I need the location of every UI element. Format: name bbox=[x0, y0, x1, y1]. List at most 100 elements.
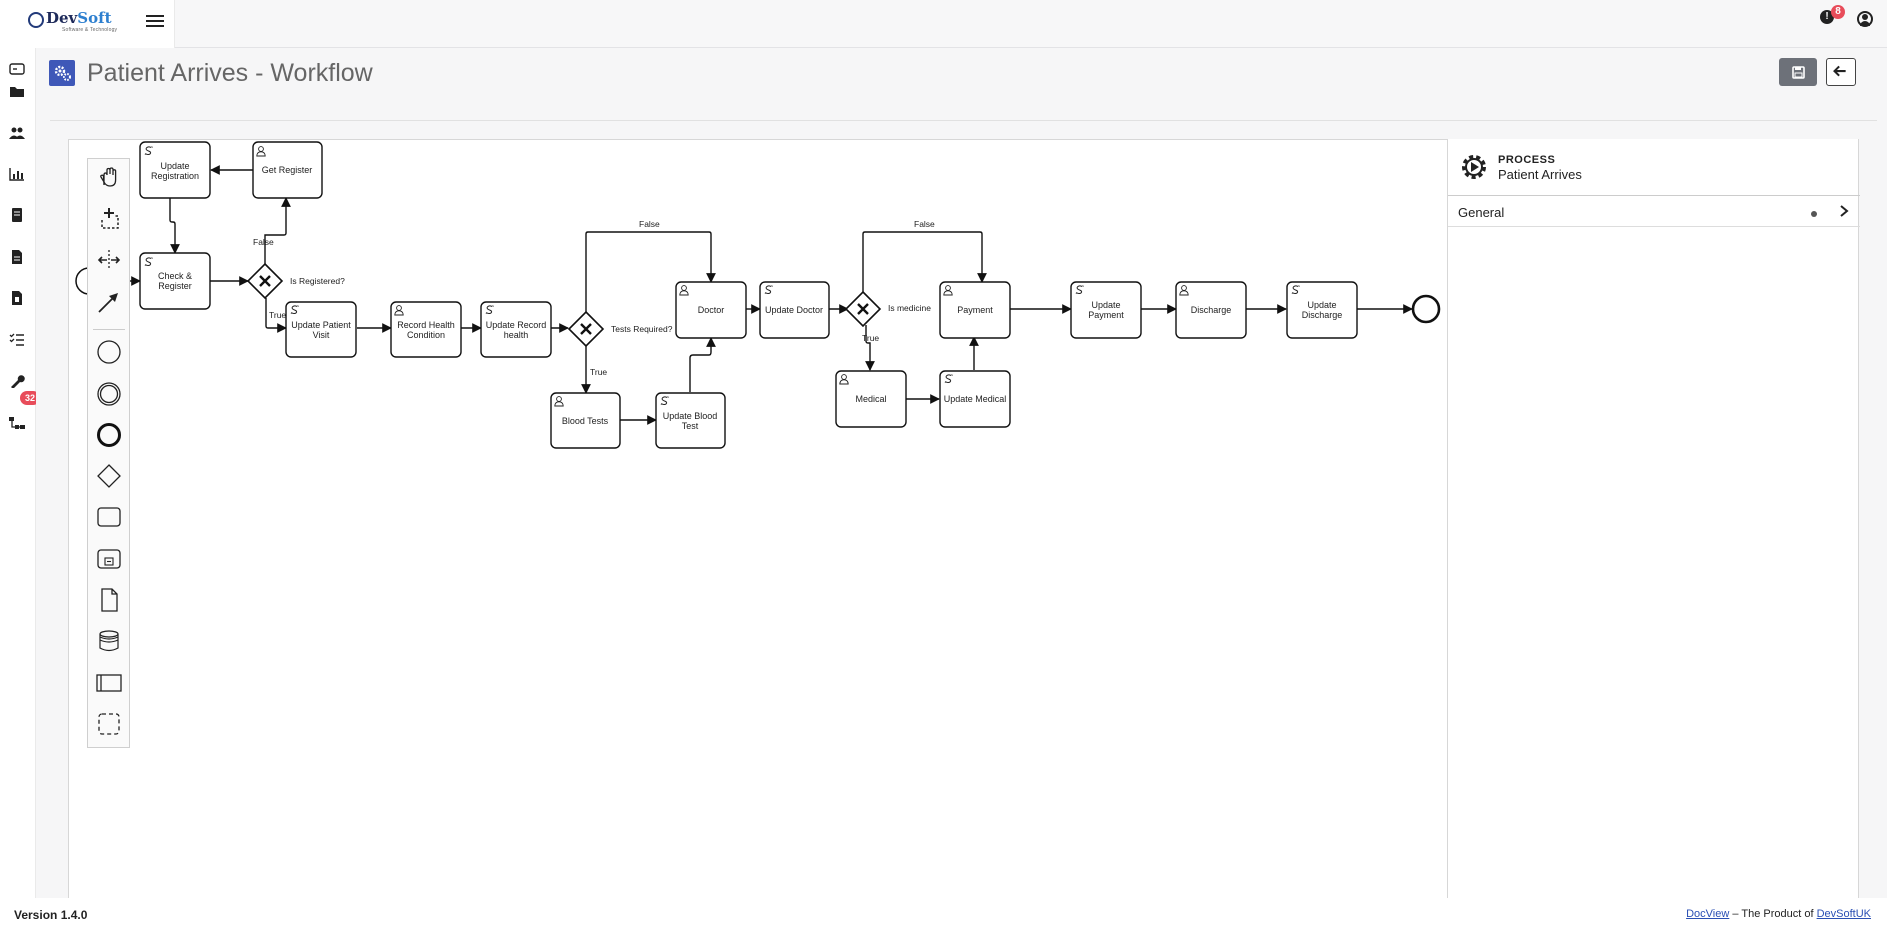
properties-panel: PROCESS Patient Arrives General bbox=[1447, 139, 1860, 899]
properties-group-general[interactable]: General bbox=[1448, 197, 1860, 227]
document-icon bbox=[12, 250, 22, 264]
version-label: Version 1.4.0 bbox=[14, 908, 88, 922]
folder-icon bbox=[10, 87, 24, 97]
svg-text:Medical: Medical bbox=[855, 394, 886, 404]
save-button[interactable] bbox=[1779, 58, 1817, 86]
bpmn-palette bbox=[87, 158, 130, 748]
logo-icon bbox=[28, 12, 44, 28]
svg-text:Test: Test bbox=[682, 421, 699, 431]
sidebar-item-users[interactable] bbox=[9, 126, 25, 140]
group-indicator-dot bbox=[1811, 211, 1817, 217]
chevron-right-icon[interactable] bbox=[1839, 204, 1849, 221]
task-update-doctor: Update Doctor bbox=[759, 281, 830, 339]
sidebar-item-tasks[interactable] bbox=[9, 333, 25, 347]
top-bar: DevSoft Software & Technology ! 8 bbox=[0, 0, 1887, 48]
sidebar-item-documents[interactable] bbox=[9, 250, 25, 264]
process-gear-icon bbox=[1458, 151, 1490, 183]
task-discharge: Discharge bbox=[1175, 281, 1247, 339]
sidebar-item-files[interactable] bbox=[9, 291, 25, 305]
palette-divider bbox=[93, 329, 125, 330]
gateway-is-registered: Is Registered? bbox=[246, 262, 345, 300]
svg-text:Update Record: Update Record bbox=[486, 320, 547, 330]
edge-label-true: True bbox=[862, 333, 879, 343]
properties-process-name: Patient Arrives bbox=[1498, 167, 1582, 182]
svg-text:Doctor: Doctor bbox=[698, 305, 725, 315]
notifications-badge: 8 bbox=[1831, 5, 1845, 19]
sidebar-item-tools[interactable] bbox=[9, 374, 25, 389]
svg-text:Visit: Visit bbox=[313, 330, 330, 340]
svg-text:Get Register: Get Register bbox=[262, 165, 313, 175]
svg-text:health: health bbox=[504, 330, 529, 340]
bpmn-diagram[interactable]: False True False True False True Is Regi… bbox=[70, 140, 1448, 899]
pool-icon[interactable] bbox=[96, 670, 122, 696]
devsoft-link[interactable]: DevSoftUK bbox=[1817, 908, 1871, 920]
task-check-register: Check & Register bbox=[139, 252, 211, 310]
ledger-icon bbox=[12, 208, 22, 222]
edge-label-true: True bbox=[590, 367, 607, 377]
page-header: Patient Arrives - Workflow bbox=[49, 58, 1877, 120]
start-event-icon[interactable] bbox=[96, 339, 122, 365]
dashboard-icon bbox=[9, 63, 25, 75]
task-update-medical: Update Medical bbox=[939, 370, 1011, 428]
user-account-icon[interactable] bbox=[1857, 11, 1873, 27]
task-update-patient-visit: Update Patient Visit bbox=[285, 301, 357, 358]
svg-text:Check &: Check & bbox=[158, 271, 192, 281]
footer-credits: DocView – The Product of DevSoftUK bbox=[1686, 908, 1871, 920]
svg-text:Update Medical: Update Medical bbox=[944, 394, 1007, 404]
footer-separator: – bbox=[1732, 908, 1739, 920]
svg-text:Discharge: Discharge bbox=[1191, 305, 1232, 315]
svg-text:Registration: Registration bbox=[151, 171, 199, 181]
brand-name: DevSoft bbox=[46, 9, 112, 27]
properties-header: PROCESS Patient Arrives bbox=[1448, 139, 1860, 196]
page-title: Patient Arrives - Workflow bbox=[87, 59, 373, 87]
subprocess-icon[interactable] bbox=[96, 546, 122, 572]
wrench-icon bbox=[11, 375, 25, 389]
sidebar-item-ledger[interactable] bbox=[9, 208, 25, 222]
svg-text:Update: Update bbox=[1091, 300, 1120, 310]
space-tool-icon[interactable] bbox=[96, 247, 122, 273]
back-button[interactable] bbox=[1826, 58, 1856, 86]
svg-text:Update Blood: Update Blood bbox=[663, 411, 718, 421]
end-event bbox=[1411, 294, 1441, 324]
edge-label-true: True bbox=[269, 310, 286, 320]
users-icon bbox=[9, 127, 25, 139]
task-list-icon bbox=[9, 333, 24, 346]
gateway-is-medicine: Is medicine bbox=[844, 290, 931, 328]
data-store-icon[interactable] bbox=[96, 628, 122, 654]
task-icon[interactable] bbox=[96, 504, 122, 530]
end-event-icon[interactable] bbox=[96, 422, 122, 448]
task-update-registration: Update Registration bbox=[139, 141, 211, 199]
task-update-payment: Update Payment bbox=[1070, 281, 1142, 339]
brand-logo[interactable]: DevSoft Software & Technology bbox=[0, 0, 175, 48]
task-record-health-condition: Record Health Condition bbox=[390, 301, 462, 358]
sidebar-item-folders[interactable] bbox=[9, 85, 25, 99]
edge-label-false: False bbox=[639, 219, 660, 229]
data-object-icon[interactable] bbox=[96, 587, 122, 613]
connect-tool-icon[interactable] bbox=[96, 289, 122, 315]
group-icon[interactable] bbox=[96, 711, 122, 737]
task-blood-tests: Blood Tests bbox=[550, 392, 621, 449]
svg-text:Update: Update bbox=[160, 161, 189, 171]
gateway-icon[interactable] bbox=[96, 463, 122, 489]
save-icon bbox=[1792, 66, 1805, 79]
svg-text:Record Health: Record Health bbox=[397, 320, 455, 330]
docview-link[interactable]: DocView bbox=[1686, 908, 1729, 920]
sidebar-item-reports[interactable] bbox=[9, 167, 25, 181]
svg-text:Is Registered?: Is Registered? bbox=[290, 276, 345, 286]
intermediate-event-icon[interactable] bbox=[96, 381, 122, 407]
sidebar: 32 bbox=[0, 48, 40, 898]
task-get-register: Get Register bbox=[252, 141, 323, 199]
hand-tool-icon[interactable] bbox=[96, 165, 122, 191]
lasso-tool-icon[interactable] bbox=[96, 206, 122, 232]
properties-type: PROCESS bbox=[1498, 154, 1556, 166]
task-payment: Payment bbox=[939, 281, 1011, 339]
sidebar-item-dashboard[interactable] bbox=[9, 62, 25, 76]
footer-product-text: The Product of bbox=[1741, 908, 1814, 920]
bar-chart-icon bbox=[9, 168, 24, 181]
bpmn-diagram-svg: False True False True False True Is Regi… bbox=[75, 141, 1441, 449]
svg-text:Update: Update bbox=[1307, 300, 1336, 310]
svg-text:Payment: Payment bbox=[1088, 310, 1124, 320]
menu-toggle-icon[interactable] bbox=[146, 12, 164, 28]
sidebar-item-workflows[interactable] bbox=[9, 416, 25, 430]
file-icon bbox=[12, 291, 22, 305]
